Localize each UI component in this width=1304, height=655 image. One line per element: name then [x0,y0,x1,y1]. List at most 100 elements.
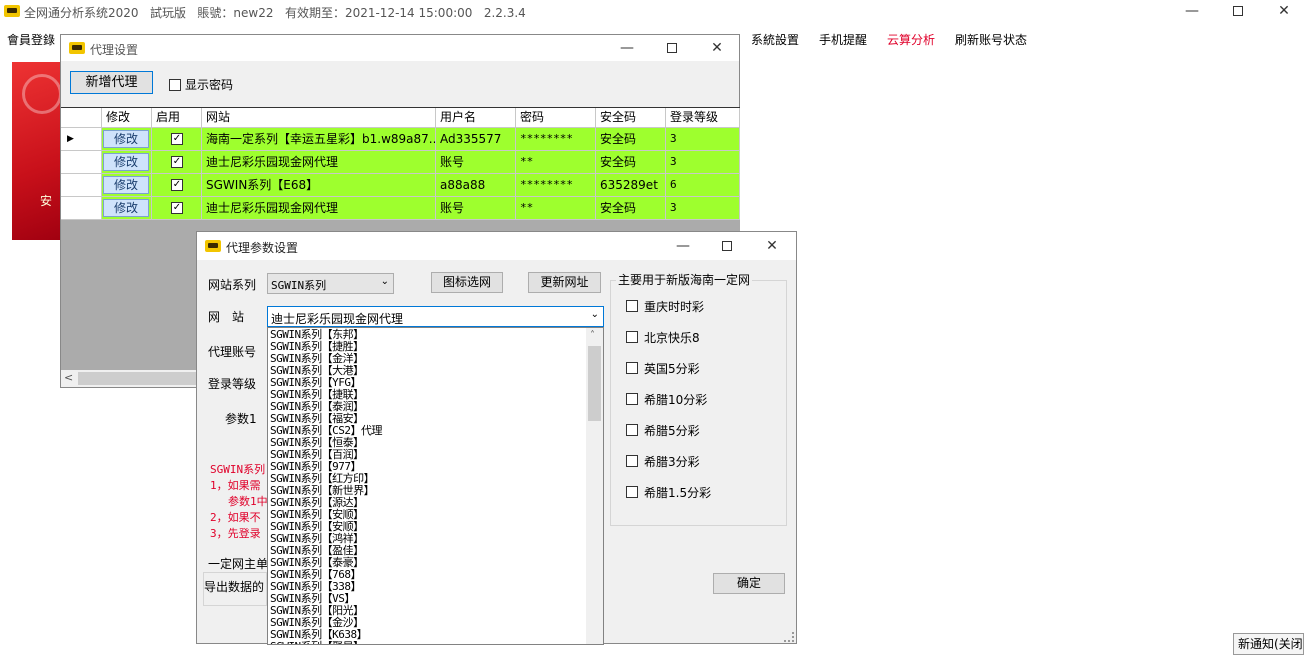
password-cell[interactable]: ******** [516,128,596,151]
edit-cell[interactable]: 修改 [102,151,152,174]
col-enabled: 启用 [152,108,202,128]
main-maximize-icon[interactable] [1224,0,1252,22]
enabled-checkbox[interactable]: ✓ [171,179,183,191]
lottery-option-label: 希腊1.5分彩 [644,485,712,500]
username-cell[interactable]: Ad335577 [436,128,516,151]
username-cell[interactable]: 账号 [436,151,516,174]
lottery-option-checkbox[interactable] [626,393,638,405]
security-code-cell[interactable]: 安全码 [596,197,666,220]
lottery-option[interactable]: 希腊3分彩 [626,452,700,470]
lottery-option[interactable]: 希腊10分彩 [626,390,707,408]
lottery-option-checkbox[interactable] [626,300,638,312]
proxy-close-icon[interactable]: ✕ [703,37,731,59]
menu-system-settings[interactable]: 系統設置 [751,31,799,48]
table-row[interactable]: ▶ 修改 ✓ 海南一定系列【幸运五星彩】b1.w89a87... Ad335577 ***… [61,128,740,151]
table-row[interactable]: 修改 ✓ 迪士尼彩乐园现金网代理 账号 ** 安全码 3 [61,151,740,174]
update-url-button[interactable]: 更新网址 [528,272,601,293]
confirm-button[interactable]: 确定 [713,573,785,594]
col-password: 密码 [516,108,596,128]
login-level-cell[interactable]: 3 [666,128,740,151]
level-label: 登录等级 [208,377,257,391]
main-minimize-icon[interactable]: — [1178,0,1206,22]
enabled-checkbox[interactable]: ✓ [171,202,183,214]
edit-row-button[interactable]: 修改 [103,153,149,171]
lottery-option-checkbox[interactable] [626,455,638,467]
site-dropdown-list[interactable]: SGWIN系列【东邦】 SGWIN系列【捷胜】 SGWIN系列【金洋】 SGWIN系列… [267,327,604,645]
edit-cell[interactable]: 修改 [102,174,152,197]
note-line-4: 2，如果不 [210,511,261,524]
enabled-checkbox[interactable]: ✓ [171,133,183,145]
site-value: 迪士尼彩乐园现金网代理 [271,312,404,326]
enabled-cell[interactable]: ✓ [152,197,202,220]
proxy-maximize-icon[interactable] [658,37,686,59]
lottery-option[interactable]: 英国5分彩 [626,359,700,377]
enabled-cell[interactable]: ✓ [152,128,202,151]
note-line-2: 1，如果需 [210,479,261,492]
security-code-cell[interactable]: 635289et [596,174,666,197]
scroll-left-icon[interactable]: < [64,371,73,384]
password-cell[interactable]: ** [516,151,596,174]
param-close-icon[interactable]: ✕ [758,235,786,257]
lottery-option[interactable]: 希腊5分彩 [626,421,700,439]
site-cell[interactable]: SGWIN系列【E68】 [202,174,436,197]
site-select[interactable]: 迪士尼彩乐园现金网代理 ⌄ [267,306,604,327]
login-level-cell[interactable]: 3 [666,197,740,220]
edit-cell[interactable]: 修改 [102,197,152,220]
edit-row-button[interactable]: 修改 [103,199,149,217]
username-cell[interactable]: 账号 [436,197,516,220]
enabled-cell[interactable]: ✓ [152,174,202,197]
lottery-option-label: 希腊10分彩 [644,392,708,407]
dropdown-scroll-up-icon[interactable]: ˄ [590,330,595,341]
param-maximize-icon[interactable] [713,235,741,257]
lottery-option-checkbox[interactable] [626,424,638,436]
menu-member-login[interactable]: 會員登錄 [7,31,55,48]
app-title: 全网通分析系统2020 試玩版 賬號：new22 有效期至：2021-12-14… [24,6,526,20]
edit-row-button[interactable]: 修改 [103,176,149,194]
site-cell[interactable]: 迪士尼彩乐园现金网代理 [202,151,436,174]
enabled-cell[interactable]: ✓ [152,151,202,174]
show-password-box[interactable] [169,78,181,91]
password-cell[interactable]: ******** [516,174,596,197]
add-proxy-button[interactable]: 新增代理 [70,71,153,94]
site-series-value: SGWIN系列 [271,279,327,292]
proxy-minimize-icon[interactable]: — [613,37,641,59]
menu-phone-alert[interactable]: 手机提醒 [819,31,867,48]
account-label: 代理账号 [208,345,257,359]
col-security-code: 安全码 [596,108,666,128]
dropdown-scroll-thumb[interactable] [588,346,601,421]
icon-select-button[interactable]: 图标选网 [431,272,503,293]
login-level-cell[interactable]: 3 [666,151,740,174]
username-cell[interactable]: a88a88 [436,174,516,197]
login-level-cell[interactable]: 6 [666,174,740,197]
table-row[interactable]: 修改 ✓ 迪士尼彩乐园现金网代理 账号 ** 安全码 3 [61,197,740,220]
table-row[interactable]: 修改 ✓ SGWIN系列【E68】 a88a88 ******** 635289et 6 [61,174,740,197]
proxy-window-icon [69,42,85,54]
lottery-option-label: 英国5分彩 [644,361,700,376]
security-code-cell[interactable]: 安全码 [596,151,666,174]
site-series-select[interactable]: SGWIN系列 ⌄ [267,273,394,294]
lottery-option-checkbox[interactable] [626,486,638,498]
show-password-checkbox[interactable]: 显示密码 [169,76,233,93]
menu-refresh-account[interactable]: 刷新账号状态 [955,31,1027,48]
lottery-option-checkbox[interactable] [626,362,638,374]
scroll-thumb[interactable] [78,372,208,385]
site-cell[interactable]: 迪士尼彩乐园现金网代理 [202,197,436,220]
password-cell[interactable]: ** [516,197,596,220]
security-code-cell[interactable]: 安全码 [596,128,666,151]
lottery-option[interactable]: 北京快乐8 [626,328,700,346]
list-item[interactable]: SGWIN系列【聚星】 [270,641,586,645]
site-cell[interactable]: 海南一定系列【幸运五星彩】b1.w89a87... [202,128,436,151]
notification-button[interactable]: 新通知(关闭 [1233,633,1304,655]
lottery-option-label: 重庆时时彩 [644,299,705,314]
lottery-option-checkbox[interactable] [626,331,638,343]
edit-row-button[interactable]: 修改 [103,130,149,148]
param-minimize-icon[interactable]: — [669,235,697,257]
menu-cloud-analysis[interactable]: 云算分析 [887,31,935,48]
main-close-icon[interactable]: ✕ [1270,0,1298,22]
enabled-checkbox[interactable]: ✓ [171,156,183,168]
dropdown-scrollbar[interactable]: ˄ [586,328,603,644]
edit-cell[interactable]: 修改 [102,128,152,151]
lottery-option[interactable]: 希腊1.5分彩 [626,483,711,501]
lottery-option[interactable]: 重庆时时彩 [626,297,704,315]
resize-grip-icon[interactable] [784,632,794,642]
